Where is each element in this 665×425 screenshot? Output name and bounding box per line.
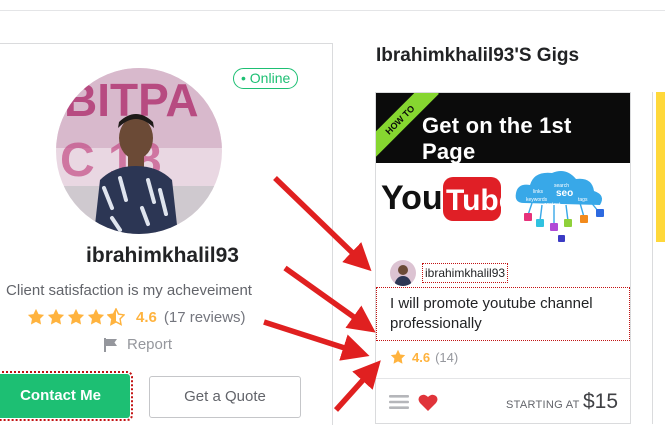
gig-rating: 4.6 (14)	[390, 349, 458, 365]
star-icon	[47, 308, 65, 325]
rating-stars	[27, 308, 125, 326]
gig-price[interactable]: $15	[583, 390, 618, 414]
star-icon	[390, 349, 406, 364]
youtube-logo-text: You	[381, 179, 443, 217]
gig-rating-value: 4.6	[412, 349, 431, 365]
gig-thumbnail[interactable]: Get on the 1st Page HOW TO You Tube sear…	[376, 93, 630, 255]
seller-profile-card: • Online BITPA C 18 ibrahimkhalil93 Clie…	[0, 43, 333, 425]
gig-card[interactable]: Get on the 1st Page HOW TO You Tube sear…	[375, 92, 631, 424]
heart-icon[interactable]	[418, 394, 438, 412]
menu-icon[interactable]	[389, 394, 409, 410]
avatar-photo: BITPA C 18	[56, 68, 222, 234]
star-icon	[87, 308, 105, 325]
flag-icon	[104, 337, 117, 352]
seller-tagline: Client satisfaction is my acheveiment	[6, 282, 252, 299]
gig-seller-avatar	[390, 260, 416, 286]
seller-rating: 4.6 (17 reviews)	[27, 306, 246, 328]
gig-title-link[interactable]: I will promote youtube channel professio…	[376, 287, 630, 341]
thumbnail-artwork: You Tube search seo links keywords tags …	[381, 171, 604, 242]
cloud-label-tags: tags	[578, 197, 588, 203]
star-icon	[67, 308, 85, 325]
report-link[interactable]: Report	[103, 336, 172, 353]
seller-username[interactable]: ibrahimkhalil93	[0, 244, 334, 268]
cloud-label-links: links	[533, 189, 544, 195]
gigs-section-title: Ibrahimkhalil93'S Gigs	[376, 45, 580, 66]
online-status-badge: • Online	[233, 68, 299, 89]
star-icon	[27, 308, 45, 325]
gig-footer: STARTING AT $15	[376, 378, 630, 424]
cloud-label-seo: seo	[556, 188, 573, 199]
report-label: Report	[127, 336, 173, 353]
thumbnail-banner-text: Get on the 1st Page	[422, 113, 572, 164]
get-a-quote-button[interactable]: Get a Quote	[149, 376, 301, 418]
svg-text:Tube: Tube	[446, 184, 515, 217]
cloud-label-content: content	[544, 202, 561, 208]
top-divider	[0, 10, 665, 11]
rating-value: 4.6	[136, 308, 157, 326]
contact-me-button[interactable]: Contact Me	[0, 371, 133, 421]
annotation-arrow	[333, 360, 381, 412]
half-star-icon	[107, 308, 125, 326]
starting-at-label: STARTING AT	[506, 399, 580, 411]
reviews-count[interactable]: (17 reviews)	[164, 309, 246, 326]
gig-rating-count: (14)	[435, 349, 459, 365]
next-gig-thumbnail-edge	[656, 92, 665, 242]
seller-avatar[interactable]: BITPA C 18	[56, 68, 222, 234]
gig-seller[interactable]: ibrahimkhalil93	[390, 260, 509, 286]
gig-seller-name[interactable]: ibrahimkhalil93	[422, 263, 509, 283]
page: • Online BITPA C 18 ibrahimkhalil93 Clie…	[0, 0, 665, 425]
